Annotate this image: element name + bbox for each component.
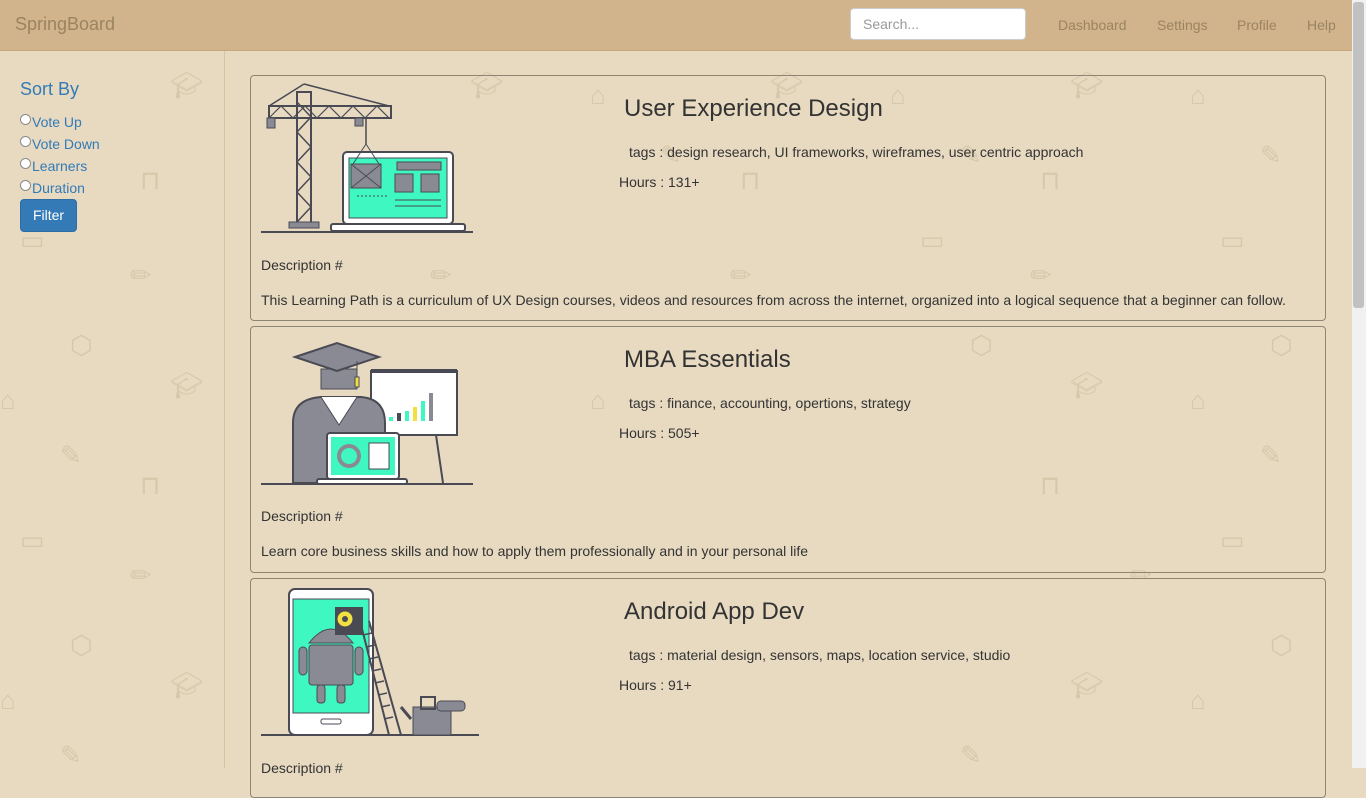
sort-option-duration[interactable]: Duration <box>20 179 85 196</box>
top-navbar: SpringBoard Dashboard Settings Profile H… <box>0 0 1352 51</box>
graduate-presentation-illustration <box>261 341 473 485</box>
vote-down-label[interactable]: Vote Down <box>32 136 100 152</box>
filter-button[interactable]: Filter <box>20 199 77 232</box>
learners-label[interactable]: Learners <box>32 158 87 174</box>
course-title[interactable]: MBA Essentials <box>624 346 791 374</box>
course-tags: tags : material design, sensors, maps, l… <box>629 647 1011 663</box>
course-hours: Hours : 131+ <box>619 174 700 190</box>
course-description: This Learning Path is a curriculum of UX… <box>261 292 1286 308</box>
course-title[interactable]: User Experience Design <box>624 95 883 123</box>
duration-radio[interactable] <box>20 179 31 191</box>
nav-dashboard-link[interactable]: Dashboard <box>1058 17 1127 33</box>
course-tags: tags : finance, accounting, opertions, s… <box>629 395 911 411</box>
sort-option-learners[interactable]: Learners <box>20 157 87 174</box>
learners-radio[interactable] <box>20 157 31 169</box>
course-tags: tags : design research, UI frameworks, w… <box>629 144 1084 160</box>
course-card[interactable]: User Experience Design tags : design res… <box>250 75 1326 321</box>
android-phone-illustration <box>261 588 479 736</box>
brand-logo[interactable]: SpringBoard <box>15 14 115 35</box>
course-card[interactable]: MBA Essentials tags : finance, accountin… <box>250 326 1326 573</box>
course-hours: Hours : 91+ <box>619 677 692 693</box>
vote-up-radio[interactable] <box>20 113 31 125</box>
search-input[interactable] <box>850 8 1026 40</box>
course-card[interactable]: Android App Dev tags : material design, … <box>250 578 1326 798</box>
sort-by-heading: Sort By <box>20 79 80 99</box>
course-hours: Hours : 505+ <box>619 425 700 441</box>
vote-down-radio[interactable] <box>20 135 31 147</box>
duration-label[interactable]: Duration <box>32 180 85 196</box>
vote-up-label[interactable]: Vote Up <box>32 114 82 130</box>
description-label: Description # <box>261 760 343 776</box>
nav-help-link[interactable]: Help <box>1307 17 1336 33</box>
crane-laptop-illustration <box>261 83 473 233</box>
sort-option-vote-down[interactable]: Vote Down <box>20 135 100 152</box>
description-label: Description # <box>261 257 343 273</box>
description-label: Description # <box>261 508 343 524</box>
course-title[interactable]: Android App Dev <box>624 598 804 626</box>
sort-sidebar: Sort By Vote Up Vote Down Learners Durat… <box>0 51 225 768</box>
nav-settings-link[interactable]: Settings <box>1157 17 1208 33</box>
scrollbar-thumb[interactable] <box>1353 2 1364 308</box>
nav-profile-link[interactable]: Profile <box>1237 17 1277 33</box>
course-description: Learn core business skills and how to ap… <box>261 543 809 559</box>
sort-option-vote-up[interactable]: Vote Up <box>20 113 82 130</box>
